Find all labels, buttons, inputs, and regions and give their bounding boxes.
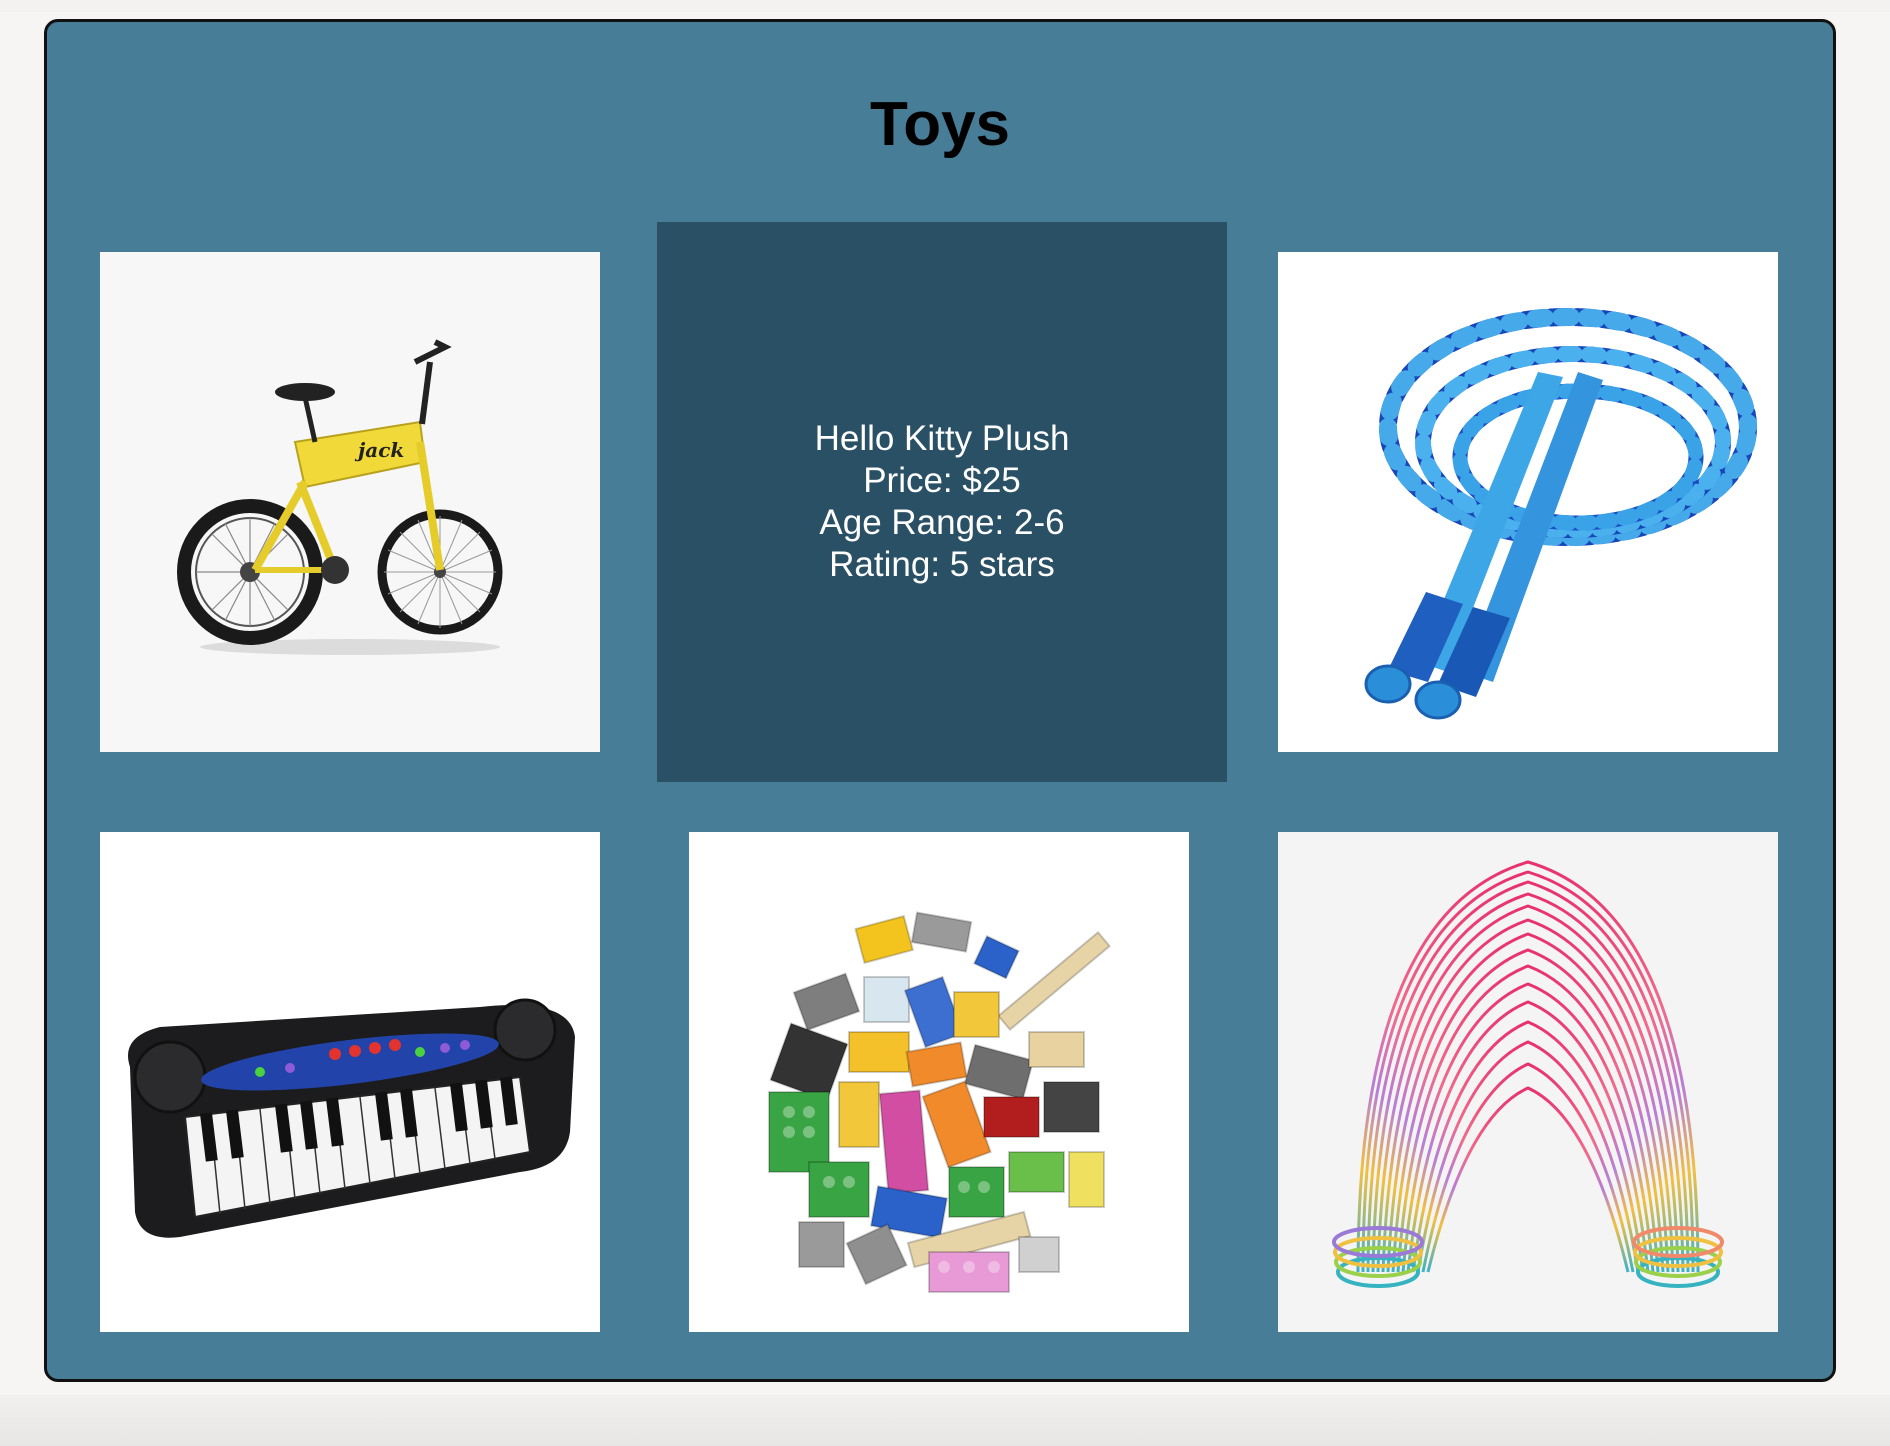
bicycle-image: jack <box>177 339 503 655</box>
bicycle-brand-text: jack <box>354 438 404 462</box>
product-card-building-blocks[interactable] <box>689 832 1189 1332</box>
featured-details: Hello Kitty Plush Price: $25 Age Range: … <box>815 418 1070 586</box>
product-name: Hello Kitty Plush <box>814 419 1070 458</box>
slinky-image <box>1332 860 1724 1288</box>
featured-product-info[interactable]: Hello Kitty Plush Price: $25 Age Range: … <box>657 222 1227 782</box>
frame: jack <box>251 339 452 584</box>
front-wheel <box>377 509 503 635</box>
top-strip <box>0 0 1890 12</box>
product-price: Price: $25 <box>863 461 1021 500</box>
page: Toys jack Hello Kitty Plush Price: $25 A… <box>0 0 1890 1446</box>
toys-panel: Toys jack Hello Kitty Plush Price: $25 A… <box>44 19 1836 1382</box>
page-title: Toys <box>869 90 1011 159</box>
keyboard-piano-image <box>128 998 575 1238</box>
product-card-jump-rope[interactable] <box>1278 252 1778 752</box>
product-card-keyboard[interactable] <box>100 832 600 1332</box>
jump-rope-image <box>1364 308 1757 720</box>
product-rating: Rating: 5 stars <box>829 545 1055 584</box>
product-card-slinky[interactable] <box>1278 832 1778 1332</box>
product-card-bicycle[interactable]: jack <box>100 252 600 752</box>
bottom-strip <box>0 1395 1890 1446</box>
building-blocks-image <box>768 911 1111 1293</box>
product-age-range: Age Range: 2-6 <box>819 503 1065 542</box>
